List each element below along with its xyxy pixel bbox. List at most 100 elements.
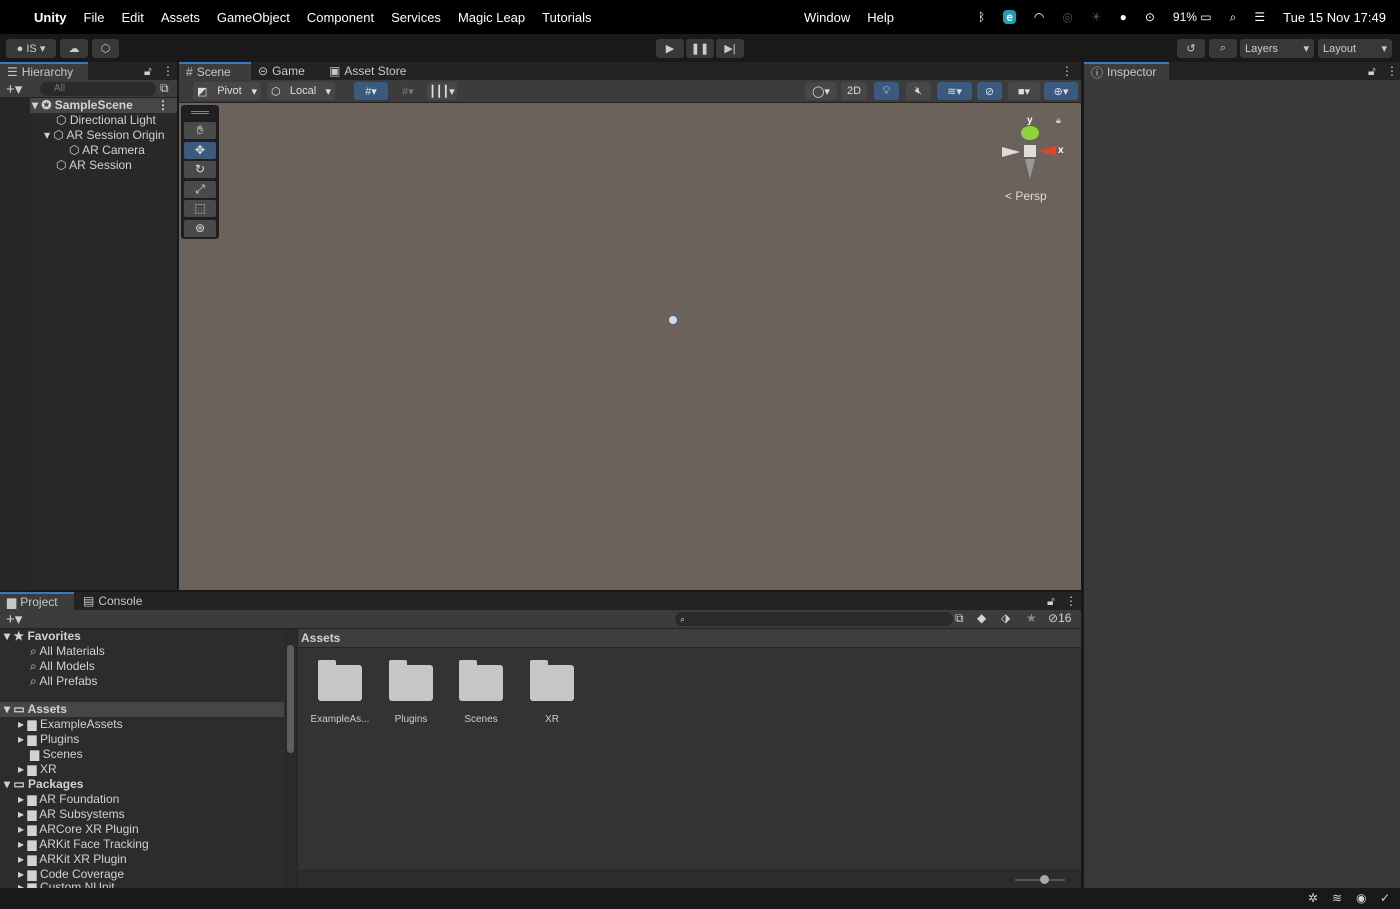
favorite-item[interactable]: ⌕ All Models (30, 659, 95, 674)
hierarchy-item[interactable]: ⬡ AR Session (56, 158, 132, 173)
hierarchy-item[interactable]: ▾ ⬡ AR Session Origin (44, 128, 165, 143)
packages-section[interactable]: ▾ ▭ Packages (4, 777, 83, 792)
package-item[interactable]: ▸ ▆ AR Foundation (18, 792, 119, 807)
clock[interactable]: Tue 15 Nov 17:49 (1283, 10, 1386, 25)
ruler-button[interactable]: ┃┃┃▾ (427, 82, 457, 100)
filter-by-label-icon[interactable]: ⬗ (1001, 611, 1010, 625)
more-options-icon[interactable]: ⋮ (1061, 64, 1073, 78)
lock-icon[interactable]: 🔓︎ (1047, 594, 1055, 609)
assets-section[interactable]: ▾ ▭ Assets (0, 702, 284, 717)
folder-item[interactable]: ▸ ▆ XR (18, 762, 57, 777)
favorite-item[interactable]: ⌕ All Materials (30, 644, 105, 659)
undo-history-button[interactable]: ↺ (1177, 39, 1205, 58)
2d-toggle[interactable]: 2D (841, 82, 867, 100)
center-cube[interactable] (1024, 145, 1036, 157)
rotate-tool[interactable]: ↻ (184, 161, 216, 178)
lock-icon[interactable]: 🔓︎ (1368, 64, 1376, 79)
drag-handle[interactable] (191, 111, 209, 114)
hand-tool[interactable]: ✋︎ (184, 122, 216, 139)
spotlight-search-icon[interactable]: ⌕ (1230, 10, 1237, 25)
bluetooth-icon[interactable]: ᛒ (978, 10, 985, 24)
hierarchy-item[interactable]: ⬡ Directional Light (56, 113, 156, 128)
collab-status-icon[interactable]: ◉ (1356, 891, 1366, 905)
tab-asset-store[interactable]: ▣ Asset Store (322, 62, 413, 80)
camera-gizmo-icon[interactable] (669, 316, 677, 324)
globe-icon[interactable]: ● (1120, 10, 1127, 24)
tab-console[interactable]: ▤ Console (76, 592, 149, 610)
package-item[interactable]: ▸ ▆ ARCore XR Plugin (18, 822, 139, 837)
tree-scrollbar[interactable] (285, 629, 296, 888)
step-button[interactable]: ▶| (716, 39, 744, 58)
brightness-icon[interactable]: ☀ (1091, 10, 1102, 24)
create-button[interactable]: +▾ (6, 610, 22, 628)
debug-icon[interactable]: ✲ (1308, 891, 1318, 905)
account-dropdown[interactable]: ● IS ▾ (6, 39, 56, 58)
neg-x-cone[interactable] (1002, 147, 1020, 157)
favorite-item[interactable]: ⌕ All Prefabs (30, 674, 97, 689)
asset-folder[interactable]: Scenes (446, 660, 516, 725)
asset-folder[interactable]: XR (517, 660, 587, 725)
hierarchy-item[interactable]: ⬡ AR Camera (69, 143, 145, 158)
scene-visibility-toggle[interactable]: ⊘ (977, 82, 1002, 100)
control-center-icon[interactable]: ☰ (1254, 10, 1265, 24)
menu-magic-leap[interactable]: Magic Leap (458, 10, 525, 25)
lock-icon[interactable]: 🔓︎ (144, 64, 152, 79)
tab-project[interactable]: ▆ Project (0, 592, 74, 610)
favorite-star-icon[interactable]: ★ (1026, 611, 1037, 625)
orientation-gizmo[interactable]: y x 🔒︎ (1002, 111, 1072, 201)
collab-button[interactable]: ⬡ (92, 39, 119, 58)
wifi-icon[interactable]: ◠ (1034, 10, 1044, 24)
package-item[interactable]: ▸ ▆ ARKit XR Plugin (18, 852, 127, 867)
audio-toggle[interactable]: 🔇︎ (906, 82, 931, 100)
rect-tool[interactable]: ⬚ (184, 200, 216, 217)
shading-mode-dropdown[interactable]: ◯▾ (805, 82, 837, 100)
search-expand-icon[interactable]: ⧉ (955, 611, 964, 626)
tab-hierarchy[interactable]: ☰ Hierarchy (0, 62, 88, 80)
menu-services[interactable]: Services (391, 10, 441, 25)
pivot-dropdown[interactable]: ◩ Pivot ▾ (193, 82, 261, 100)
project-search-input[interactable]: ⌕ (675, 612, 953, 626)
layout-dropdown[interactable]: Layout ▾ (1318, 39, 1392, 58)
package-item[interactable]: ▸ ▆ Custom NUnit (18, 880, 115, 888)
effects-dropdown[interactable]: ≋▾ (937, 82, 972, 100)
x-axis-cone[interactable] (1038, 146, 1056, 156)
hidden-packages-toggle[interactable]: ⊘16 (1048, 611, 1071, 625)
airdrop-icon[interactable]: ◎ (1062, 10, 1072, 24)
pause-button[interactable]: ❚❚ (686, 39, 714, 58)
increment-snap-toggle[interactable]: #▾ (391, 82, 425, 100)
scene-viewport[interactable]: ✋︎ ✥ ↻ ⤢ ⬚ ⊛ y x 🔒︎ < Persp (179, 103, 1081, 590)
search-expand-icon[interactable]: ⧉ (160, 81, 169, 96)
folder-item[interactable]: ▆ Scenes (30, 747, 83, 762)
folder-item[interactable]: ▸ ▆ Plugins (18, 732, 79, 747)
search-button[interactable]: ⌕ (1209, 39, 1237, 58)
asset-folder[interactable]: Plugins (376, 660, 446, 725)
menu-help[interactable]: Help (867, 10, 894, 25)
transform-tool[interactable]: ⊛ (184, 220, 216, 237)
battery-status[interactable]: 91% ▭ (1173, 10, 1212, 24)
expand-arrow-icon[interactable]: ▾ (44, 128, 50, 142)
play-button[interactable]: ▶ (656, 39, 684, 58)
lock-icon[interactable]: 🔒︎ (1056, 115, 1061, 126)
menu-edit[interactable]: Edit (121, 10, 143, 25)
eset-icon[interactable]: e (1003, 10, 1016, 24)
more-options-icon[interactable]: ⋮ (1065, 594, 1077, 608)
favorites-section[interactable]: ▾ ★ Favorites (4, 629, 81, 644)
move-tool[interactable]: ✥ (184, 142, 216, 159)
tab-inspector[interactable]: ⓘ Inspector (1084, 62, 1169, 80)
assets-breadcrumb[interactable]: Assets (298, 629, 1081, 648)
projection-toggle[interactable]: < Persp (1005, 189, 1047, 203)
menu-assets[interactable]: Assets (161, 10, 200, 25)
layers-dropdown[interactable]: Layers ▾ (1240, 39, 1314, 58)
cloud-button[interactable]: ☁ (60, 39, 88, 58)
play-icon[interactable]: ⊙ (1145, 10, 1155, 24)
scrollbar-thumb[interactable] (287, 645, 294, 753)
scale-tool[interactable]: ⤢ (184, 181, 216, 198)
menu-file[interactable]: File (84, 10, 105, 25)
check-icon[interactable]: ✓ (1380, 891, 1390, 905)
gizmos-dropdown[interactable]: ⊕▾ (1044, 82, 1078, 100)
menu-component[interactable]: Component (307, 10, 374, 25)
filter-by-type-icon[interactable]: ◆ (977, 611, 986, 625)
add-button[interactable]: +▾ (6, 80, 22, 98)
camera-dropdown[interactable]: ■▾ (1008, 82, 1040, 100)
slider-handle[interactable] (1040, 875, 1049, 884)
